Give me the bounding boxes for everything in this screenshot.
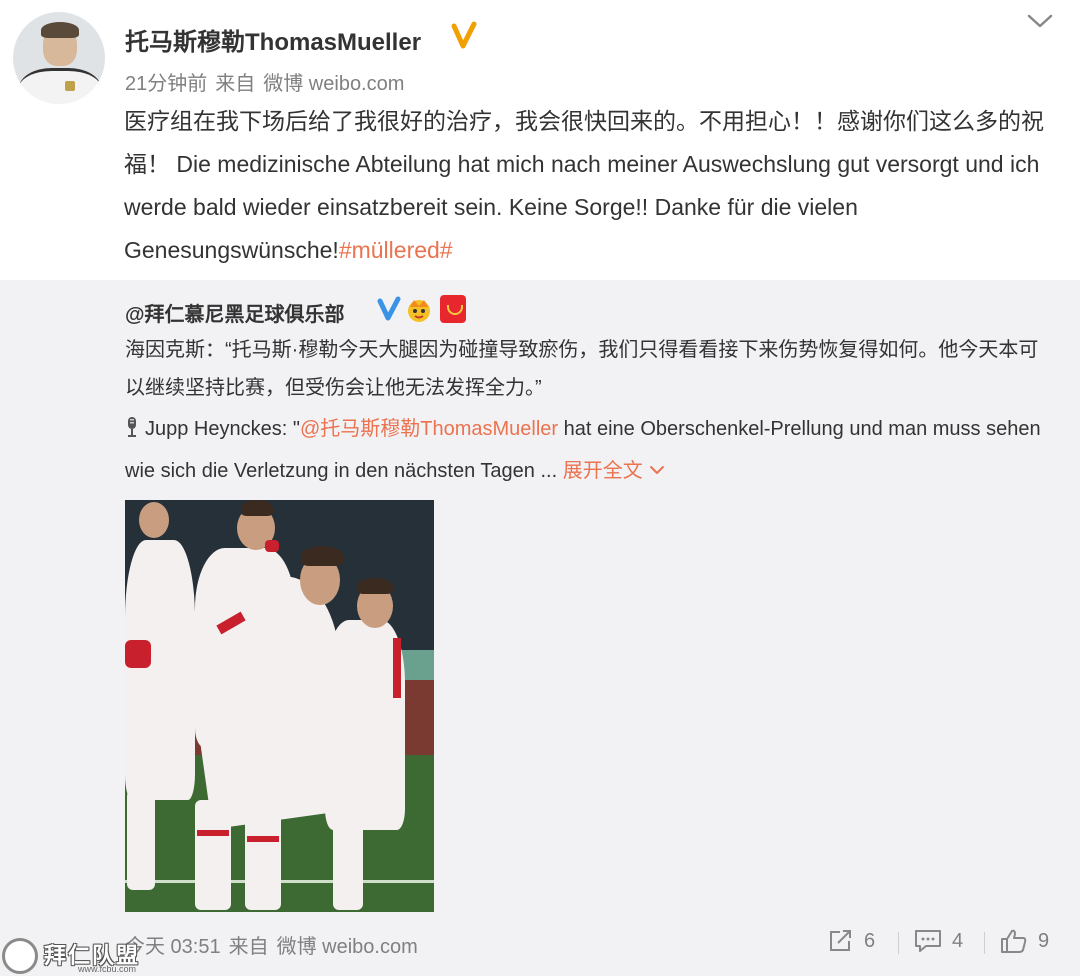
quote-prefix: Jupp Heynckes: " — [145, 418, 300, 440]
expand-label: 展开全文 — [562, 460, 643, 482]
post-meta: 21分钟前 来自 微博 weibo.com — [125, 67, 412, 96]
share-button[interactable]: 6 — [828, 926, 875, 956]
divider — [984, 932, 985, 954]
author-name[interactable]: 托马斯穆勒ThomasMueller — [125, 22, 421, 57]
post-content: 医疗组在我下场后给了我很好的治疗，我会很快回来的。不用担心！！感谢你们这么多的祝… — [124, 100, 1044, 272]
repost-block: @拜仁慕尼黑足球俱乐部 海因克斯：“托马斯·穆勒今天大腿因为碰撞导致瘀伤，我们只… — [0, 280, 1080, 976]
hashtag-link[interactable]: #müllered# — [339, 237, 453, 263]
comment-button[interactable]: 4 — [914, 926, 963, 956]
thumbs-up-icon — [1001, 929, 1027, 953]
repost-author[interactable]: @拜仁慕尼黑足球俱乐部 — [125, 298, 345, 327]
post-photo[interactable] — [125, 500, 434, 912]
like-button[interactable]: 9 — [1000, 926, 1049, 956]
share-count: 6 — [864, 929, 876, 952]
weibo-post: 托马斯穆勒ThomasMueller 21分钟前 来自 微博 weibo.com 医… — [0, 0, 1080, 976]
watermark-url: www.fcbu.com — [78, 964, 137, 974]
repost-via-app[interactable]: 微博 weibo.com — [277, 936, 418, 958]
verified-blue-icon — [377, 296, 401, 321]
expand-full-text-link[interactable]: 展开全文 — [563, 460, 665, 482]
club-crest-icon — [2, 938, 38, 974]
post-text: 医疗组在我下场后给了我很好的治疗，我会很快回来的。不用担心！！感谢你们这么多的祝… — [124, 108, 1044, 263]
like-count: 9 — [1038, 929, 1050, 952]
repost-text-cn: 海因克斯：“托马斯·穆勒今天大腿因为碰撞导致瘀伤，我们只得看看接下来伤势恢复得如… — [125, 339, 1039, 399]
mention-link[interactable]: @托马斯穆勒ThomasMueller — [300, 418, 558, 440]
verified-v-icon — [451, 21, 477, 49]
microphone-icon — [128, 417, 136, 437]
repost-text-de: Jupp Heynckes: "@托马斯穆勒ThomasMueller hat … — [125, 408, 1065, 492]
via-app[interactable]: 微博 weibo.com — [263, 73, 404, 95]
red-envelope-icon — [440, 295, 466, 323]
post-time[interactable]: 21分钟前 — [125, 73, 207, 95]
comment-count: 4 — [952, 929, 964, 952]
chevron-down-icon[interactable] — [1026, 12, 1054, 30]
watermark-logo: 拜仁队盟 www.fcbu.com — [0, 936, 170, 976]
divider — [898, 932, 899, 954]
chevron-down-icon — [649, 466, 664, 474]
comment-icon — [915, 930, 941, 952]
repost-via-label: 来自 — [228, 936, 269, 958]
share-icon — [830, 930, 851, 951]
avatar[interactable] — [13, 12, 105, 104]
crown-badge-icon — [408, 300, 430, 322]
via-label: 来自 — [215, 73, 256, 95]
repost-meta: 今天 03:51 来自 微博 weibo.com — [125, 930, 426, 959]
